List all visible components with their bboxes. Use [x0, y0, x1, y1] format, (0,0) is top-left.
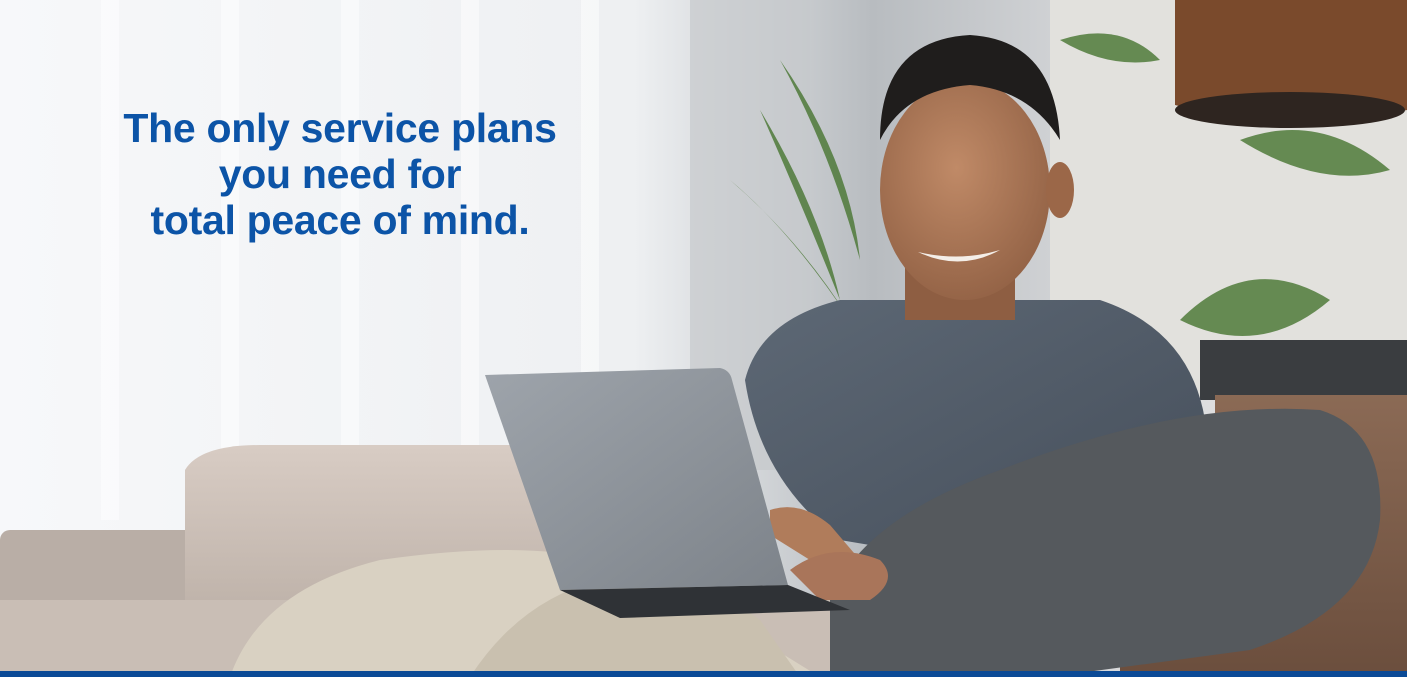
hero-headline: The only service plans you need for tota… — [40, 105, 640, 243]
hero-banner: The only service plans you need for tota… — [0, 0, 1407, 677]
headline-line-3: total peace of mind. — [150, 197, 530, 243]
bottom-accent-bar — [0, 671, 1407, 677]
headline-line-2: you need for — [218, 151, 462, 197]
hero-photo — [0, 0, 1407, 677]
headline-line-1: The only service plans — [123, 105, 557, 151]
